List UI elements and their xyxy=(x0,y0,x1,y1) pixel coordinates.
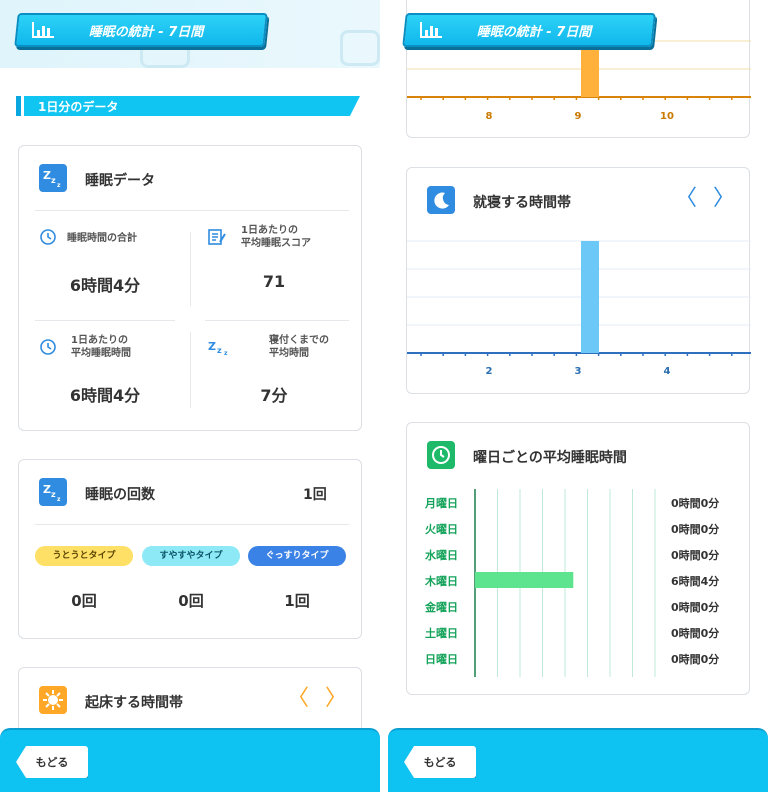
tick-label: 4 xyxy=(664,366,671,377)
bed-time-card: 就寝する時間帯 〈 〉 2 3 4 xyxy=(406,167,751,394)
avg-sleep-value: 6時間4分 xyxy=(69,386,141,405)
left-screen: 睡眠の統計 - 7日間 1日分のデータ Zzz 睡眠データ 睡眠時間の合計 6時… xyxy=(0,0,380,792)
bar-chart-icon xyxy=(420,22,442,38)
fall-asleep-label-line1: 寝付くまでの xyxy=(269,335,329,346)
total-sleep-value: 6時間4分 xyxy=(69,276,141,295)
svg-text:Z: Z xyxy=(208,340,216,353)
sleep-data-title: 睡眠データ xyxy=(85,173,155,189)
svg-text:z: z xyxy=(217,346,222,355)
header-title-bar: 睡眠の統計 - 7日間 xyxy=(402,13,656,47)
avg-score-value: 71 xyxy=(262,272,286,291)
back-button[interactable]: もどる xyxy=(16,746,88,778)
type-count-light: 0回 xyxy=(71,592,97,610)
type-pill-light: うとうとタイプ xyxy=(35,546,133,566)
weekday-label: 土曜日 xyxy=(425,627,458,640)
decor-shape xyxy=(340,30,380,66)
bar-chart-icon xyxy=(32,22,54,38)
svg-text:z: z xyxy=(51,490,56,499)
tick-label: 10 xyxy=(660,111,674,122)
svg-text:z: z xyxy=(51,176,56,185)
weekday-label: 金曜日 xyxy=(425,601,458,614)
weekday-label: 日曜日 xyxy=(425,653,458,666)
svg-text:z: z xyxy=(224,350,228,356)
fall-asleep-value: 7分 xyxy=(260,386,288,405)
weekday-value: 0時間0分 xyxy=(671,601,720,614)
weekday-card: 曜日ごとの平均睡眠時間 月曜日 0時間0分 火曜日 0時間0分 水曜日 0時間0分 木曜日 6… xyxy=(406,422,750,695)
svg-text:Z: Z xyxy=(43,483,51,496)
moon-icon xyxy=(427,186,455,214)
type-count-normal: 0回 xyxy=(178,592,204,610)
divider xyxy=(205,320,349,321)
page-title: 睡眠の統計 - 7日間 xyxy=(476,24,592,40)
sun-icon xyxy=(39,686,67,714)
tick-label: 9 xyxy=(575,111,582,122)
fall-asleep-label-line2: 平均時間 xyxy=(269,348,309,359)
chevron-right-icon[interactable]: 〉 xyxy=(325,688,347,710)
clock-icon xyxy=(40,229,56,245)
zzz-icon: Zzz xyxy=(39,164,67,192)
weekday-value: 0時間0分 xyxy=(671,497,720,510)
weekday-value: 0時間0分 xyxy=(671,523,720,536)
weekday-label: 火曜日 xyxy=(425,523,458,536)
total-sleep-label: 睡眠時間の合計 xyxy=(67,233,137,244)
zzz-icon: Zzz xyxy=(39,478,67,506)
svg-text:z: z xyxy=(57,182,61,189)
divider xyxy=(190,232,191,306)
tick-label: 3 xyxy=(575,366,582,377)
type-pill-normal: すやすやタイプ xyxy=(142,546,240,566)
zzz-icon: Zzz xyxy=(208,340,228,356)
weekday-label: 木曜日 xyxy=(425,575,458,588)
footer-bar: もどる xyxy=(0,728,380,792)
type-pill-deep: ぐっすりタイプ xyxy=(248,546,346,566)
svg-text:Z: Z xyxy=(43,169,51,182)
weekday-bar xyxy=(475,572,574,588)
divider xyxy=(190,332,191,408)
tick-label: 8 xyxy=(486,111,493,122)
tick-label: 2 xyxy=(486,366,493,377)
weekday-value: 0時間0分 xyxy=(671,549,720,562)
divider xyxy=(35,320,175,321)
weekday-value: 0時間0分 xyxy=(671,627,720,640)
weekday-value: 0時間0分 xyxy=(671,653,720,666)
section-heading: 1日分のデータ xyxy=(16,96,360,116)
sleep-count-card: Zzz 睡眠の回数 1回 うとうとタイプ すやすやタイプ ぐっすりタイプ 0回 … xyxy=(18,459,362,639)
header-title-bar: 睡眠の統計 - 7日間 xyxy=(14,13,268,47)
divider xyxy=(35,524,349,525)
chevron-left-icon[interactable]: 〈 xyxy=(675,188,697,210)
avg-sleep-label-line2: 平均睡眠時間 xyxy=(71,348,131,359)
back-button[interactable]: もどる xyxy=(404,746,476,778)
chevron-left-icon[interactable]: 〈 xyxy=(287,688,309,710)
footer-bar: もどる xyxy=(388,728,768,792)
bed-time-title: 就寝する時間帯 xyxy=(473,195,571,211)
type-count-deep: 1回 xyxy=(284,592,310,610)
weekday-label: 水曜日 xyxy=(425,549,458,562)
chevron-right-icon[interactable]: 〉 xyxy=(713,188,735,210)
avg-score-label-line1: 1日あたりの xyxy=(241,225,298,236)
sleep-count-title: 睡眠の回数 xyxy=(85,487,155,503)
section-title: 1日分のデータ xyxy=(38,100,119,114)
svg-text:z: z xyxy=(57,496,61,503)
chart-bar xyxy=(581,241,599,353)
score-memo-icon xyxy=(208,229,226,245)
weekday-value: 6時間4分 xyxy=(671,575,720,588)
avg-sleep-label-line1: 1日あたりの xyxy=(71,335,128,346)
divider xyxy=(35,210,349,211)
weekday-label: 月曜日 xyxy=(425,497,458,510)
clock-icon xyxy=(40,339,56,355)
page-title: 睡眠の統計 - 7日間 xyxy=(88,24,204,40)
sleep-data-card: Zzz 睡眠データ 睡眠時間の合計 6時間4分 1日あたりの 平均睡眠スコア 7… xyxy=(18,145,362,431)
sleep-count-total: 1回 xyxy=(303,487,327,503)
bed-time-chart: 2 3 4 xyxy=(407,240,751,377)
wake-time-title: 起床する時間帯 xyxy=(85,695,183,711)
right-screen: 8 9 10 就寝する時間帯 〈 〉 234 曜日ごとの平均睡眠時間 月曜日 0時間0… xyxy=(388,0,768,792)
avg-score-label-line2: 平均睡眠スコア xyxy=(241,238,311,249)
